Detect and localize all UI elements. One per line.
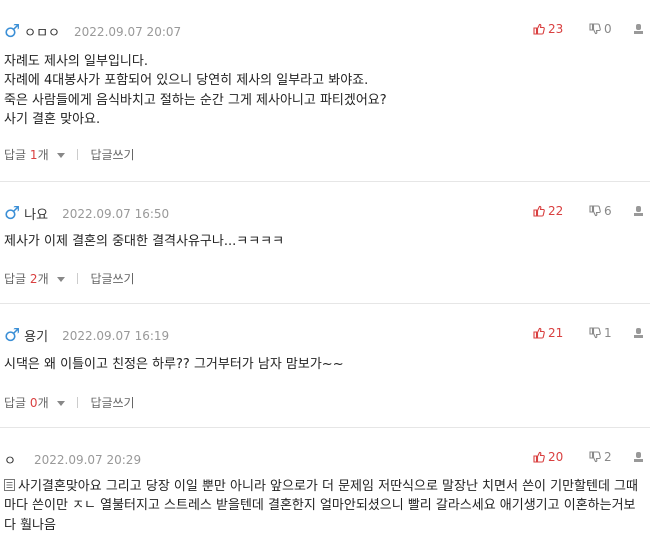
comment-text-line: 자례도 제사의 일부입니다. xyxy=(4,54,148,69)
comment-date: 2022.09.07 16:19 xyxy=(62,328,170,343)
downvote-count: 6 xyxy=(604,204,612,218)
comment-meta: ♂ 용기 2022.09.07 16:19 xyxy=(4,326,169,345)
downvote-button[interactable]: 6 xyxy=(589,204,619,218)
vote-area: 20 2 xyxy=(533,450,644,464)
thumbs-up-icon xyxy=(533,451,545,463)
upvote-count: 20 xyxy=(548,450,564,464)
reply-count: 2 xyxy=(29,272,38,286)
comment-text-line: 제사가 이제 결혼의 중대한 결격사유구나...ㅋㅋㅋㅋ xyxy=(4,234,285,249)
comment-nickname[interactable]: 나요 xyxy=(24,204,48,223)
downvote-button[interactable]: 0 xyxy=(589,22,619,36)
comment-meta: ♂ 나요 2022.09.07 16:50 xyxy=(4,204,169,223)
male-icon: ♂ xyxy=(4,324,21,346)
downvote-button[interactable]: 2 xyxy=(589,450,619,464)
upvote-count: 23 xyxy=(548,22,564,36)
downvote-count: 2 xyxy=(604,450,612,464)
divider xyxy=(77,149,79,160)
comment-nickname[interactable]: 용기 xyxy=(24,326,48,345)
thumbs-up-icon xyxy=(533,23,545,35)
write-reply-button[interactable]: 답글쓰기 xyxy=(90,394,134,411)
reply-toggle-button[interactable]: 답글 0개 xyxy=(4,394,66,411)
comment-text-line: 시댁은 왜 이틀이고 친정은 하루?? 그거부터가 남자 맘보가~~ xyxy=(4,357,344,372)
upvote-button[interactable]: 20 xyxy=(533,450,573,464)
comment-text-line: 죽은 사람들에게 음식바치고 절하는 순간 그게 제사아니고 파티겠어요? xyxy=(4,92,387,108)
reply-label: 답글 xyxy=(4,396,27,410)
reply-unit: 개 xyxy=(37,148,49,162)
write-reply-button[interactable]: 답글쓰기 xyxy=(90,146,134,163)
comment-body: 시댁은 왜 이틀이고 친정은 하루?? 그거부터가 남자 맘보가~~ xyxy=(4,355,344,374)
comment-meta: ♂ ㅇㅁㅇ 2022.09.07 20:07 xyxy=(4,22,181,41)
vote-area: 21 1 xyxy=(533,326,644,340)
comment-text-line: 사기 결혼 맞아요. xyxy=(4,112,101,128)
comment-item: ♂ 용기 2022.09.07 16:19 21 1 시댁은 왜 이틀이고 친정… xyxy=(0,304,650,428)
comment-text: 사기결혼맞아요 그리고 당장 이일 뿐만 아니라 앞으로가 더 문제임 저딴식으… xyxy=(4,479,638,533)
comment-date: 2022.09.07 20:07 xyxy=(74,24,182,39)
upvote-count: 21 xyxy=(548,326,564,340)
caret-down-icon xyxy=(57,401,66,406)
caret-down-icon xyxy=(57,153,66,158)
comment-item: ♂ ㅇㅁㅇ 2022.09.07 20:07 23 0 자례도 제사의 일부입니… xyxy=(0,0,650,182)
thumbs-down-icon xyxy=(589,327,601,339)
reply-label: 답글 xyxy=(4,148,27,162)
upvote-count: 22 xyxy=(548,204,564,218)
upvote-button[interactable]: 23 xyxy=(533,22,573,36)
reply-toggle-button[interactable]: 답글 2개 xyxy=(4,270,66,287)
comment-list: ♂ ㅇㅁㅇ 2022.09.07 20:07 23 0 자례도 제사의 일부입니… xyxy=(0,0,650,555)
comment-meta: ㅇ 2022.09.07 20:29 xyxy=(4,450,142,470)
divider xyxy=(77,273,79,284)
comment-actions: 답글 0개 답글쓰기 xyxy=(4,394,135,411)
reply-toggle-button[interactable]: 답글 1개 xyxy=(4,146,66,163)
divider xyxy=(77,397,79,408)
comment-nickname[interactable]: ㅇ xyxy=(4,450,16,469)
downvote-count: 0 xyxy=(604,22,612,36)
downvote-count: 1 xyxy=(604,326,612,340)
thumbs-down-icon xyxy=(589,205,601,217)
upvote-button[interactable]: 21 xyxy=(533,326,573,340)
upvote-button[interactable]: 22 xyxy=(533,204,573,218)
thumbs-up-icon xyxy=(533,205,545,217)
comment-item: ♂ 나요 2022.09.07 16:50 22 6 제사가 이제 결혼의 중대… xyxy=(0,182,650,304)
document-icon xyxy=(4,479,15,491)
comment-body: 자례도 제사의 일부입니다. 자례에 4대봉사가 포함되어 있으니 당연히 제사… xyxy=(4,52,387,130)
comment-date: 2022.09.07 20:29 xyxy=(33,452,142,467)
comment-nickname[interactable]: ㅇㅁㅇ xyxy=(24,22,60,41)
comment-item: ㅇ 2022.09.07 20:29 20 2 사기결혼맞아요 그리고 당장 이… xyxy=(0,428,650,555)
reply-unit: 개 xyxy=(37,272,49,286)
report-icon[interactable] xyxy=(633,205,644,217)
vote-area: 23 0 xyxy=(533,22,644,36)
downvote-button[interactable]: 1 xyxy=(589,326,619,340)
report-icon[interactable] xyxy=(633,327,644,339)
comment-text-line: 자례에 4대봉사가 포함되어 있으니 당연히 제사의 일부라고 봐야죠. xyxy=(4,73,369,89)
comment-actions: 답글 2개 답글쓰기 xyxy=(4,270,135,287)
reply-unit: 개 xyxy=(37,396,49,410)
comment-body: 사기결혼맞아요 그리고 당장 이일 뿐만 아니라 앞으로가 더 문제임 저딴식으… xyxy=(4,477,644,535)
reply-count: 0 xyxy=(29,396,38,410)
caret-down-icon xyxy=(57,277,66,282)
thumbs-down-icon xyxy=(589,23,601,35)
comment-actions: 답글 1개 답글쓰기 xyxy=(4,146,135,163)
write-reply-button[interactable]: 답글쓰기 xyxy=(90,270,134,287)
comment-body: 제사가 이제 결혼의 중대한 결격사유구나...ㅋㅋㅋㅋ xyxy=(4,232,284,251)
reply-count: 1 xyxy=(29,148,38,162)
report-icon[interactable] xyxy=(633,451,644,463)
reply-label: 답글 xyxy=(4,272,27,286)
male-icon: ♂ xyxy=(4,202,21,224)
vote-area: 22 6 xyxy=(533,204,644,218)
comment-date: 2022.09.07 16:50 xyxy=(62,206,170,221)
thumbs-up-icon xyxy=(533,327,545,339)
report-icon[interactable] xyxy=(633,23,644,35)
thumbs-down-icon xyxy=(589,451,601,463)
male-icon: ♂ xyxy=(4,20,21,42)
